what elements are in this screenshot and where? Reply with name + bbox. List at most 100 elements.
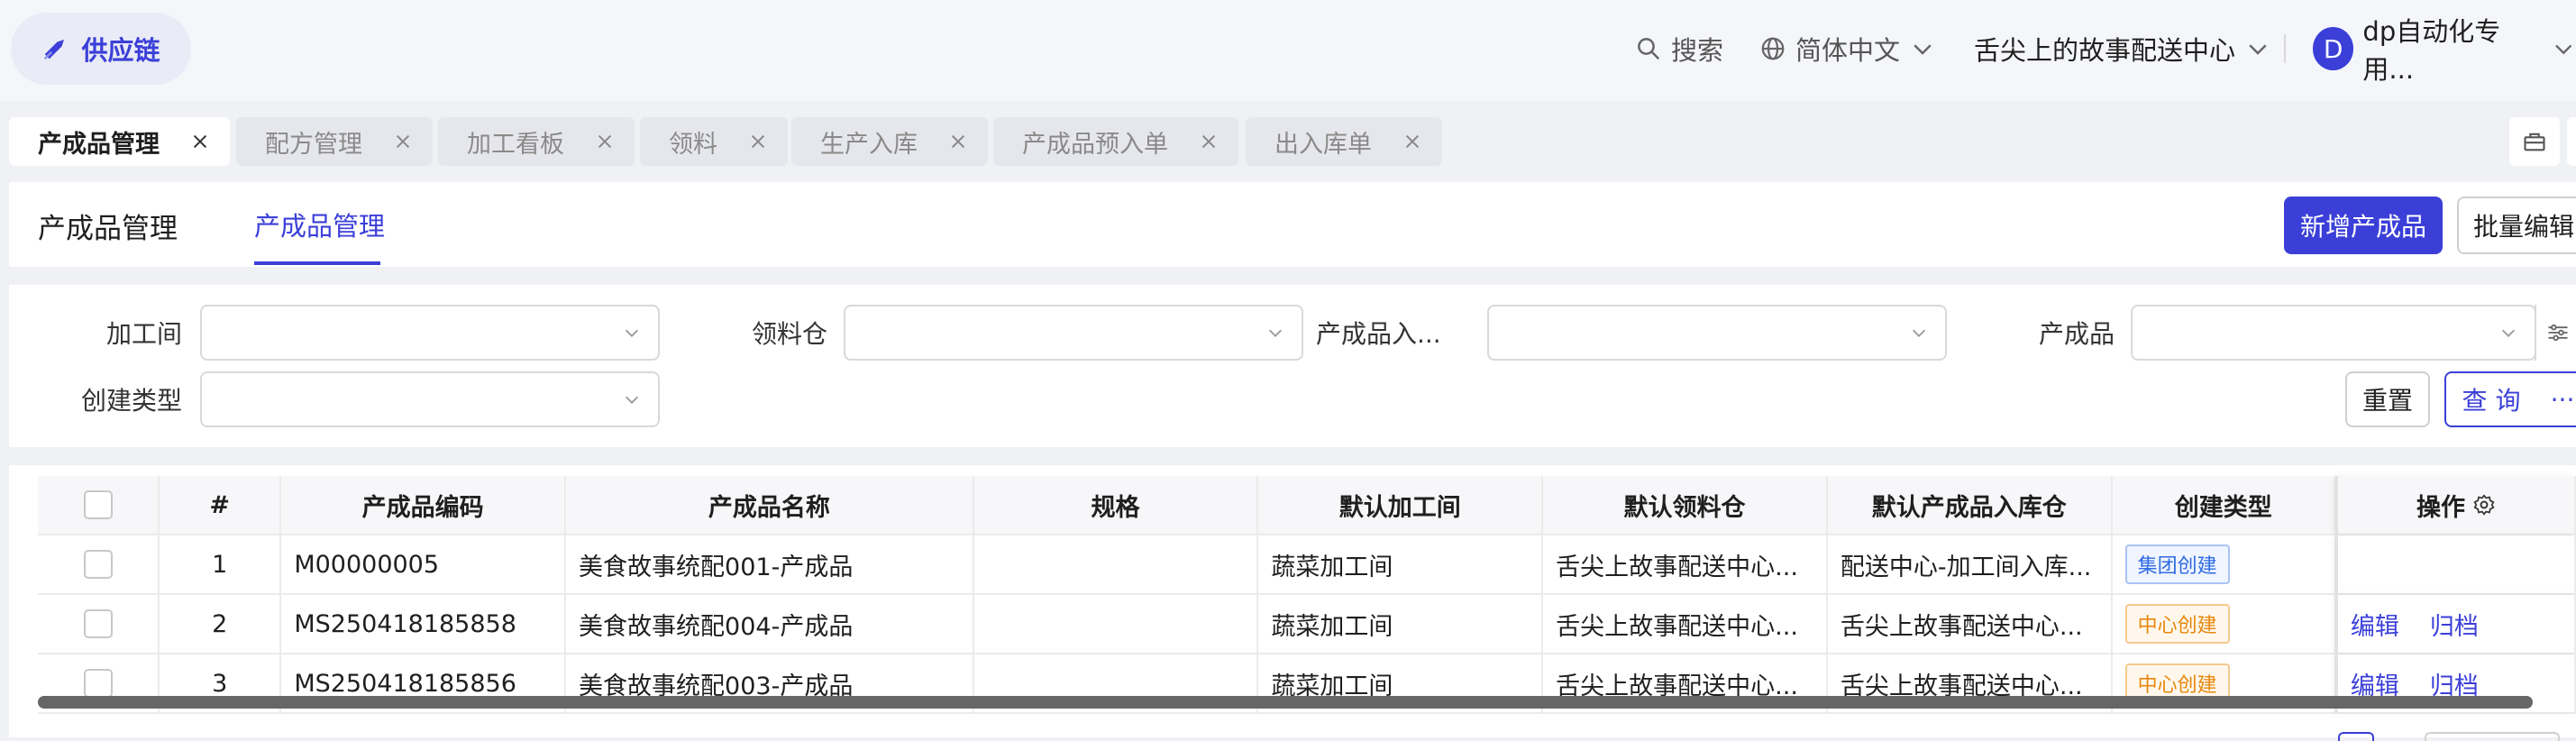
tab-processing-board[interactable]: 加工看板 <box>438 117 635 166</box>
product-name: 美食故事统配004-产成品 <box>566 595 974 653</box>
reset-button[interactable]: 重置 <box>2345 371 2430 427</box>
chevron-down-icon <box>2501 329 2516 337</box>
user-menu[interactable]: D dp自动化专用... <box>2313 16 2576 85</box>
tab-label: 配方管理 <box>265 130 362 159</box>
product-spec <box>974 595 1259 653</box>
page-header <box>9 182 2576 267</box>
row-index: 2 <box>160 595 282 653</box>
sub-tab-active-indicator <box>254 261 380 265</box>
query-button[interactable]: 查 询 <box>2444 371 2538 427</box>
filter-label-workshop: 加工间 <box>105 319 182 349</box>
horizontal-scrollbar[interactable] <box>38 696 2533 709</box>
filter-settings-button[interactable] <box>2535 305 2576 361</box>
actions-header-label: 操作 <box>2416 493 2465 522</box>
chevron-down-icon <box>2554 44 2571 55</box>
product-code: M00000005 <box>281 535 567 593</box>
product-code: MS250418185858 <box>281 595 567 653</box>
close-icon[interactable] <box>748 132 768 151</box>
default-workshop: 蔬菜加工间 <box>1258 595 1544 653</box>
avatar: D <box>2313 27 2354 70</box>
more-options-button[interactable]: ··· <box>2536 371 2576 427</box>
globe-icon <box>1761 37 1785 60</box>
create-type-cell: 中心创建 <box>2113 595 2336 653</box>
header-search[interactable]: 搜索 <box>1635 23 1723 74</box>
tab-overflow-button[interactable] <box>2567 117 2576 166</box>
create-type-select[interactable] <box>200 371 660 427</box>
close-icon[interactable] <box>1402 132 1422 151</box>
workshop-select[interactable] <box>200 305 660 361</box>
product-table: # 产成品编码 产成品名称 规格 默认加工间 默认领料仓 默认产成品入库仓 创建… <box>38 476 2576 714</box>
add-product-button[interactable]: 新增产成品 <box>2284 197 2443 254</box>
tab-label: 出入库单 <box>1274 130 1372 159</box>
toolbox-icon <box>2524 133 2545 151</box>
close-icon[interactable] <box>595 132 615 151</box>
chevron-down-icon <box>625 329 639 337</box>
filter-label-material-warehouse: 领料仓 <box>751 319 827 349</box>
tab-stock-io[interactable]: 出入库单 <box>1246 117 1442 166</box>
edit-link[interactable]: 编辑 <box>2351 607 2399 642</box>
row-checkbox[interactable] <box>83 550 113 579</box>
brand-icon <box>44 40 65 60</box>
filter-settings-icon <box>2548 324 2568 342</box>
tab-label: 生产入库 <box>820 130 918 159</box>
tab-production-inbound[interactable]: 生产入库 <box>791 117 988 166</box>
select-all-checkbox[interactable] <box>83 490 113 519</box>
close-icon[interactable] <box>948 132 968 151</box>
batch-edit-button[interactable]: 批量编辑 <box>2457 197 2576 254</box>
tab-recipe-management[interactable]: 配方管理 <box>236 117 433 166</box>
default-product-warehouse: 舌尖上故事配送中心... <box>1828 595 2113 653</box>
column-header-material-warehouse: 默认领料仓 <box>1543 476 1828 534</box>
search-icon <box>1638 38 1660 60</box>
column-header-spec: 规格 <box>974 476 1259 534</box>
tab-label: 产成品管理 <box>38 130 160 159</box>
organization-selector[interactable]: 舌尖上的故事配送中心 <box>1974 23 2271 74</box>
organization-label: 舌尖上的故事配送中心 <box>1974 35 2236 66</box>
gear-icon[interactable] <box>2472 493 2496 517</box>
toolbox-button[interactable] <box>2509 117 2560 166</box>
row-index: 1 <box>160 535 282 593</box>
tab-product-pre-entry[interactable]: 产成品预入单 <box>993 117 1238 166</box>
table-row[interactable]: 2 MS250418185858 美食故事统配004-产成品 蔬菜加工间 舌尖上… <box>38 595 2576 654</box>
default-material-warehouse: 舌尖上故事配送中心... <box>1543 595 1828 653</box>
column-header-index: # <box>160 476 282 534</box>
brand-name: 供应链 <box>81 35 160 66</box>
create-type-cell: 集团创建 <box>2113 535 2336 593</box>
actions-cell <box>2335 535 2576 593</box>
tab-material-picking[interactable]: 领料 <box>640 117 788 166</box>
filter-label-product: 产成品 <box>2038 319 2115 349</box>
pagination-size-select[interactable] <box>2425 732 2560 741</box>
tab-product-management[interactable]: 产成品管理 <box>9 117 230 166</box>
header-divider <box>2284 34 2286 63</box>
language-selector[interactable]: 简体中文 <box>1759 23 1936 74</box>
sub-tab-product-management[interactable]: 产成品管理 <box>254 206 385 243</box>
close-icon[interactable] <box>190 132 210 151</box>
table-row[interactable]: 1 M00000005 美食故事统配001-产成品 蔬菜加工间 舌尖上故事配送中… <box>38 535 2576 595</box>
close-icon[interactable] <box>1199 132 1219 151</box>
archive-link[interactable]: 归档 <box>2430 607 2479 642</box>
row-select[interactable] <box>38 595 160 653</box>
close-icon[interactable] <box>393 132 413 151</box>
column-header-name: 产成品名称 <box>566 476 974 534</box>
row-checkbox[interactable] <box>83 669 113 698</box>
material-warehouse-select[interactable] <box>844 305 1303 361</box>
brand-logo[interactable]: 供应链 <box>11 13 191 85</box>
product-spec <box>974 535 1259 593</box>
chevron-down-icon <box>625 396 639 404</box>
product-select[interactable] <box>2131 305 2536 361</box>
product-name: 美食故事统配001-产成品 <box>566 535 974 593</box>
tab-label: 加工看板 <box>467 130 564 159</box>
column-header-create-type: 创建类型 <box>2113 476 2336 534</box>
search-label: 搜索 <box>1671 35 1724 66</box>
row-checkbox[interactable] <box>83 609 113 638</box>
column-header-actions: 操作 <box>2335 476 2576 534</box>
filter-label-create-type: 创建类型 <box>80 386 182 416</box>
row-select[interactable] <box>38 535 160 593</box>
page-title: 产成品管理 <box>38 213 178 245</box>
table-header-row: # 产成品编码 产成品名称 规格 默认加工间 默认领料仓 默认产成品入库仓 创建… <box>38 476 2576 535</box>
product-inbound-warehouse-select[interactable] <box>1487 305 1947 361</box>
column-header-product-warehouse: 默认产成品入库仓 <box>1828 476 2113 534</box>
default-material-warehouse: 舌尖上故事配送中心... <box>1543 535 1828 593</box>
default-product-warehouse: 配送中心-加工间入库... <box>1828 535 2113 593</box>
header-select-all[interactable] <box>38 476 160 534</box>
pagination-current-page[interactable] <box>2338 732 2374 741</box>
